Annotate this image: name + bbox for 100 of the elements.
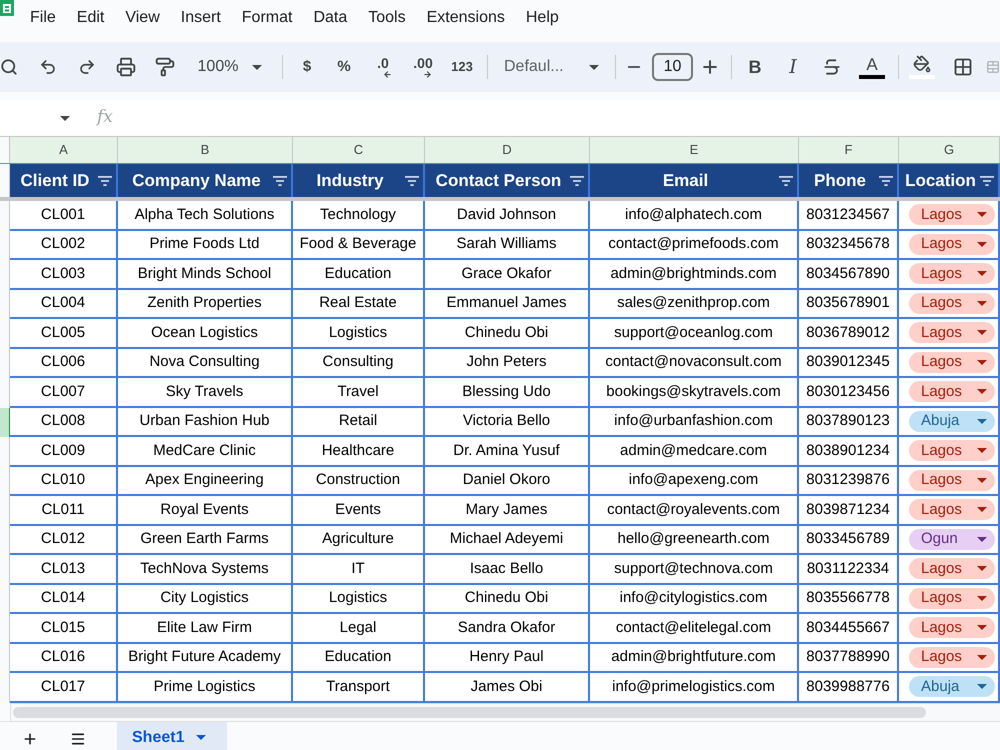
menu-item[interactable]: Edit [76, 8, 104, 28]
filter-icon[interactable] [273, 176, 287, 186]
location-chip[interactable]: Abuja [909, 676, 995, 698]
menu-item[interactable]: Tools [368, 8, 406, 28]
column-letter-header[interactable]: E [590, 136, 799, 163]
table-cell: Travel [293, 378, 425, 408]
location-chip[interactable]: Lagos [909, 204, 995, 226]
location-chip[interactable]: Lagos [909, 234, 995, 255]
column-letter-header[interactable]: D [425, 136, 590, 163]
table-cell: Victoria Bello [425, 408, 590, 437]
bold-button[interactable]: B [741, 52, 769, 82]
filter-icon[interactable] [779, 176, 793, 186]
location-chip[interactable]: Lagos [909, 322, 995, 344]
column-letter-header[interactable]: C [293, 136, 425, 163]
table-cell: Legal [293, 614, 425, 644]
menu-item[interactable]: Help [526, 8, 559, 28]
spreadsheet-logo-icon[interactable] [0, 0, 14, 16]
font-dropdown[interactable]: Defaul... [494, 52, 609, 82]
menu-item[interactable]: Format [242, 8, 292, 28]
location-chip[interactable]: Lagos [909, 292, 995, 314]
table-cell: 8039988776 [799, 673, 899, 702]
location-chip[interactable]: Lagos [909, 646, 995, 668]
decrease-decimal-button[interactable]: .0 [363, 52, 403, 82]
redo-icon[interactable] [78, 58, 96, 76]
strikethrough-icon[interactable] [822, 57, 842, 77]
table-cell: 8037788990 [799, 644, 899, 673]
sheet-tab[interactable]: Sheet1 [117, 722, 227, 750]
location-chip[interactable]: Lagos [909, 263, 995, 284]
table-cell: CL005 [10, 319, 118, 348]
location-chip[interactable]: Lagos [909, 381, 995, 402]
filter-icon[interactable] [405, 176, 419, 186]
menu-item[interactable]: File [30, 8, 56, 28]
table-cell: 8039012345 [799, 348, 899, 378]
table-cell: CL007 [10, 378, 118, 408]
table-cell: CL010 [10, 466, 118, 496]
table-cell: MedCare Clinic [118, 437, 293, 466]
text-color-button[interactable]: A [858, 51, 886, 83]
increase-decimal-button[interactable]: .00 [403, 52, 443, 82]
add-sheet-icon[interactable] [22, 730, 38, 747]
merge-cells-icon[interactable] [986, 58, 1000, 76]
table-cell: James Obi [425, 673, 590, 702]
table-cell: 8035678901 [799, 290, 899, 319]
table-cell: Elite Law Firm [118, 614, 293, 644]
caret-icon [196, 735, 206, 740]
borders-icon[interactable] [953, 57, 973, 77]
column-letter-header[interactable]: B [118, 136, 293, 163]
table-cell: Henry Paul [425, 644, 590, 673]
location-chip[interactable]: Abuja [909, 410, 995, 432]
table-cell: contact@primefoods.com [590, 230, 799, 260]
location-chip[interactable]: Lagos [909, 588, 995, 609]
menu-item[interactable]: View [125, 8, 160, 28]
row-header[interactable] [0, 408, 10, 437]
location-chip[interactable]: Lagos [909, 617, 995, 638]
table-cell: CL006 [10, 348, 118, 378]
filter-icon[interactable] [98, 176, 112, 186]
table-cell: 8033456789 [799, 526, 899, 555]
paint-bucket-icon[interactable] [913, 55, 931, 73]
menu-item[interactable]: Extensions [426, 8, 505, 28]
caret-icon [977, 389, 987, 394]
table-cell: Blessing Udo [425, 378, 590, 408]
currency-format-button[interactable]: $ [289, 52, 325, 82]
italic-button[interactable]: I [779, 52, 807, 82]
caret-icon [977, 212, 987, 218]
function-label: fx [97, 106, 113, 130]
table-cell: Chinedu Obi [425, 584, 590, 614]
corner-cell[interactable] [0, 136, 10, 163]
column-letter-header[interactable]: G [899, 136, 1000, 163]
filter-icon[interactable] [879, 176, 893, 186]
filter-icon[interactable] [570, 176, 584, 186]
font-size-field[interactable]: 10 [652, 53, 693, 81]
table-cell: Michael Adeyemi [425, 526, 590, 555]
number-format-button[interactable]: 123 [443, 52, 481, 82]
table-cell: 8032345678 [799, 230, 899, 260]
location-chip[interactable]: Ogun [909, 528, 995, 550]
location-chip[interactable]: Lagos [909, 470, 995, 491]
zoom-dropdown[interactable]: 100% [184, 52, 276, 82]
location-chip[interactable]: Lagos [909, 558, 995, 580]
table-cell: Healthcare [293, 437, 425, 466]
column-letter-header[interactable]: A [10, 136, 118, 163]
table-cell: CL001 [10, 201, 118, 230]
menu-item[interactable]: Data [313, 8, 348, 28]
menu-item[interactable]: Insert [180, 8, 221, 28]
search-icon[interactable] [0, 58, 18, 76]
arrow-right-icon [422, 70, 432, 78]
filter-icon[interactable] [980, 176, 994, 186]
column-title: Company Name [131, 170, 262, 192]
table-cell: info@apexeng.com [590, 466, 799, 496]
scrollbar-thumb[interactable] [13, 706, 926, 718]
table-cell: CL003 [10, 260, 118, 290]
column-letter-header[interactable]: F [799, 136, 899, 163]
undo-icon[interactable] [38, 58, 56, 76]
location-chip[interactable]: Lagos [909, 499, 995, 520]
percent-format-button[interactable]: % [325, 52, 363, 82]
table-cell: City Logistics [118, 584, 293, 614]
table-cell: support@technova.com [590, 555, 799, 584]
print-icon[interactable] [116, 57, 136, 77]
location-chip[interactable]: Lagos [909, 352, 995, 373]
table-cell: Sky Travels [118, 378, 293, 408]
location-chip[interactable]: Lagos [909, 440, 995, 462]
paint-roller-icon[interactable] [154, 57, 174, 77]
